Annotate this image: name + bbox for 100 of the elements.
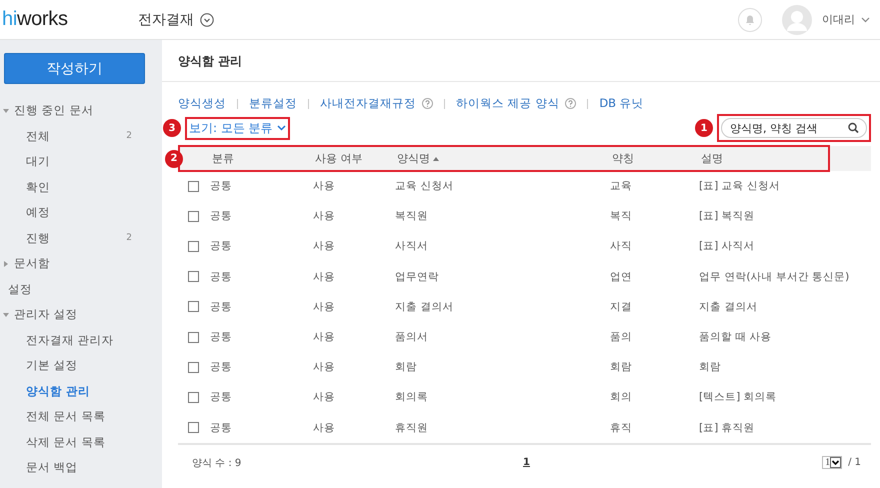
- nav-link[interactable]: 분류설정: [249, 96, 297, 111]
- table-cell-text: 교육 신청서: [394, 179, 454, 194]
- caret-icon[interactable]: [3, 260, 9, 267]
- checkbox[interactable]: [188, 362, 199, 373]
- page-select[interactable]: 1: [822, 456, 842, 470]
- nav-link[interactable]: 양식생성: [178, 96, 226, 111]
- nav-link[interactable]: DB 유닛: [599, 96, 644, 111]
- sort-icon[interactable]: [433, 156, 439, 160]
- checkbox[interactable]: [188, 392, 199, 403]
- sidebar-item[interactable]: 설정: [0, 276, 162, 302]
- table-cell-text: 공통: [209, 330, 233, 344]
- table-cell-text: [텍스트] 회의록: [698, 390, 778, 404]
- app-title[interactable]: 전자결재: [138, 10, 194, 28]
- table-cell-text: 품의서: [394, 330, 429, 344]
- column-header[interactable]: 분류: [208, 151, 311, 166]
- user-name[interactable]: 이대리: [822, 12, 855, 27]
- table-cell-text: [표] 사직서: [698, 239, 756, 254]
- table-cell-text: 품의: [609, 330, 633, 344]
- column-header[interactable]: 양식명: [393, 151, 608, 166]
- table-cell-text: 공통: [209, 420, 233, 435]
- logo[interactable]: hiworks: [2, 8, 132, 31]
- table-cell-text: [표] 복직원: [698, 209, 756, 224]
- table-cell-text: 업무 연락(사내 부서간 통신문): [698, 270, 850, 284]
- sidebar-item[interactable]: 삭제 문서 목록: [0, 430, 162, 455]
- checkbox[interactable]: [188, 332, 199, 343]
- table-cell-text: 공통: [209, 390, 233, 404]
- callout-badge: 3: [163, 119, 181, 137]
- table-cell-text: 사직서: [394, 239, 429, 254]
- caret-icon[interactable]: [276, 125, 286, 131]
- sidebar-item[interactable]: 전체 문서 목록: [0, 404, 162, 430]
- table-cell-text: 사용: [312, 420, 336, 435]
- search-field[interactable]: 양식명, 약칭 검색: [721, 118, 867, 138]
- table-cell-text: 회람: [394, 360, 418, 374]
- sidebar-item[interactable]: 문서함: [0, 251, 162, 276]
- table-cell-text: 회의: [609, 390, 633, 404]
- sidebar-item[interactable]: 문서 백업: [0, 455, 162, 480]
- checkbox[interactable]: [188, 240, 199, 252]
- table-cell-text: [표] 휴직원: [698, 420, 756, 435]
- table-cell-text: 지결: [609, 300, 633, 314]
- table-cell-text: 회의록: [394, 390, 429, 404]
- table-cell-text: 사용: [312, 270, 336, 284]
- table-cell-text: 공통: [209, 270, 233, 284]
- sidebar-item[interactable]: 기본 설정: [0, 353, 162, 378]
- table-cell-text: 업무연락: [394, 270, 440, 284]
- table-cell-text: 품의할 때 사용: [698, 330, 773, 344]
- help-icon[interactable]: [565, 98, 576, 109]
- sidebar-item[interactable]: 대기: [0, 149, 162, 174]
- caret-icon[interactable]: [3, 312, 9, 318]
- callout-badge: 2: [165, 150, 183, 168]
- table-cell-text: 공통: [209, 239, 233, 254]
- page-link[interactable]: 1: [523, 457, 530, 468]
- sidebar-item[interactable]: 전자결재 관리자: [0, 328, 162, 353]
- checkbox[interactable]: [188, 210, 199, 222]
- table-cell-text: [표] 교육 신청서: [698, 179, 781, 194]
- table-cell-text: 지출 결의서: [394, 300, 454, 314]
- sidebar-item[interactable]: 양식함 관리: [0, 378, 162, 404]
- table-cell-text: 회람: [609, 360, 633, 374]
- table-cell-text: 사직: [609, 239, 633, 254]
- table-cell-text: 교육: [609, 179, 633, 194]
- column-header[interactable]: 약칭: [608, 151, 697, 166]
- sidebar-item[interactable]: 확인: [0, 174, 162, 200]
- form-count: 양식 수 : 9: [192, 456, 242, 470]
- page-total: / 1: [848, 457, 861, 468]
- table-cell-text: 복직원: [394, 209, 429, 224]
- callout-badge: 1: [695, 119, 713, 137]
- view-filter[interactable]: 보기: 모든 분류: [189, 120, 286, 136]
- sidebar-item[interactable]: 관리자 설정: [0, 302, 162, 328]
- table-cell-text: 공통: [209, 179, 233, 194]
- sidebar-item[interactable]: 진행 중인 문서: [0, 98, 162, 124]
- table-cell-text: 회람: [698, 360, 722, 374]
- search-icon[interactable]: [848, 122, 859, 134]
- table-cell-text: 지출 결의서: [698, 300, 758, 314]
- compose-button[interactable]: 작성하기: [4, 53, 145, 84]
- table-cell-text: 사용: [312, 390, 336, 404]
- sidebar-item[interactable]: 전체 2: [0, 124, 162, 149]
- table-cell-text: 공통: [209, 300, 233, 314]
- column-header[interactable]: 사용 여부: [311, 151, 393, 166]
- checkbox[interactable]: [188, 271, 199, 282]
- caret-icon[interactable]: [861, 16, 870, 22]
- nav-link[interactable]: 사내전자결재규정: [320, 96, 433, 111]
- column-header[interactable]: 설명: [697, 151, 828, 166]
- sidebar-item[interactable]: 예정: [0, 200, 162, 226]
- caret-icon[interactable]: [3, 108, 9, 114]
- dropdown-icon[interactable]: [200, 12, 214, 26]
- help-icon[interactable]: [422, 98, 433, 109]
- sidebar-item[interactable]: 진행 2: [0, 226, 162, 251]
- table-cell-text: 휴직: [609, 420, 633, 435]
- table-cell-text: 사용: [312, 360, 336, 374]
- table-cell-text: 복직: [609, 209, 633, 224]
- table-cell-text: 사용: [312, 209, 336, 224]
- page-title: 양식함 관리: [162, 40, 880, 82]
- table-cell-text: 사용: [312, 330, 336, 344]
- table-cell-text: 휴직원: [394, 420, 429, 435]
- checkbox[interactable]: [188, 180, 199, 192]
- table-cell-text: 사용: [312, 179, 336, 194]
- checkbox[interactable]: [188, 301, 199, 312]
- table-cell-text: 사용: [312, 239, 336, 254]
- nav-link[interactable]: 하이웍스 제공 양식: [456, 96, 576, 111]
- table-cell-text: 사용: [312, 300, 336, 314]
- checkbox[interactable]: [188, 422, 199, 434]
